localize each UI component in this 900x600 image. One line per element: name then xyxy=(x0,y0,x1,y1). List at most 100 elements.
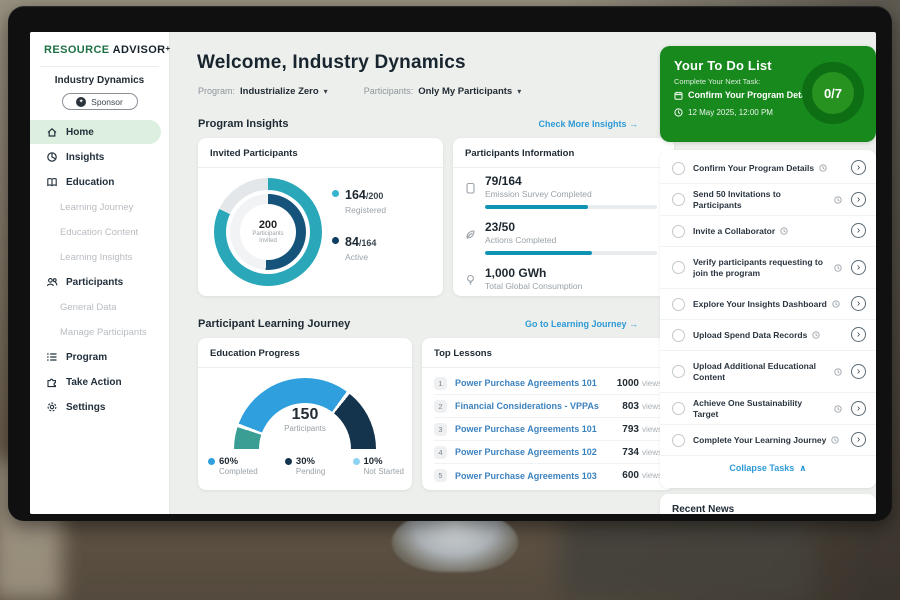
task-row[interactable]: Complete Your Learning Journey › xyxy=(660,425,876,456)
link-label: Go to Learning Journey xyxy=(525,319,627,329)
sidebar-item-education[interactable]: Education xyxy=(30,170,161,194)
chevron-down-icon: ▾ xyxy=(324,87,328,96)
sidebar-item-learning-journey[interactable]: Learning Journey xyxy=(30,195,161,219)
donut-center-value: 200 xyxy=(240,219,296,231)
task-checkbox[interactable] xyxy=(672,225,685,238)
lesson-views: 600 xyxy=(622,470,639,481)
sidebar-item-program[interactable]: Program xyxy=(30,345,161,369)
task-checkbox[interactable] xyxy=(672,193,685,206)
take-action-icon xyxy=(46,376,58,388)
lightbulb-icon xyxy=(465,273,476,291)
clock-icon xyxy=(834,405,842,413)
lesson-link[interactable]: Power Purchase Agreements 102 xyxy=(455,447,622,457)
legend-label: Not Started xyxy=(364,467,404,476)
arrow-right-icon: → xyxy=(629,119,638,129)
todo-next-task-label: Confirm Your Program Details xyxy=(688,90,816,100)
sidebar-item-insights[interactable]: Insights xyxy=(30,145,161,169)
clipboard-icon xyxy=(465,181,476,199)
program-filter-value: Industrialize Zero xyxy=(240,86,319,97)
clock-icon xyxy=(834,196,842,204)
task-checkbox[interactable] xyxy=(672,329,685,342)
lesson-link[interactable]: Power Purchase Agreements 103 xyxy=(455,471,622,481)
task-chevron-button[interactable]: › xyxy=(851,327,866,342)
task-row[interactable]: Send 50 Invitations to Participants › xyxy=(660,184,876,216)
task-row[interactable]: Upload Spend Data Records › xyxy=(660,320,876,351)
task-chevron-button[interactable]: › xyxy=(851,160,866,175)
divider xyxy=(40,66,159,67)
sidebar: RESOURCE ADVISOR+ Industry Dynamics ✦ Sp… xyxy=(30,32,170,514)
sidebar-item-education-content[interactable]: Education Content xyxy=(30,220,161,244)
task-checkbox[interactable] xyxy=(672,402,685,415)
task-chevron-button[interactable]: › xyxy=(851,223,866,238)
task-row[interactable]: Invite a Collaborator › xyxy=(660,216,876,247)
lesson-link[interactable]: Financial Considerations - VPPAs xyxy=(455,401,622,411)
lesson-row: 5 Power Purchase Agreements 103 600 view… xyxy=(434,464,662,487)
sidebar-item-settings[interactable]: Settings xyxy=(30,395,161,419)
lesson-rank-badge: 4 xyxy=(434,446,447,459)
program-filter-label: Program: xyxy=(198,86,235,96)
clock-icon xyxy=(812,331,820,339)
arrow-right-icon: → xyxy=(629,319,638,329)
sidebar-item-manage-participants[interactable]: Manage Participants xyxy=(30,320,161,344)
learning-journey-heading: Participant Learning Journey xyxy=(198,318,350,330)
todo-subtitle: Complete Your Next Task: xyxy=(674,77,760,86)
sidebar-item-participants[interactable]: Participants xyxy=(30,270,161,294)
task-row[interactable]: Upload Additional Educational Content › xyxy=(660,351,876,393)
legend-value: 30% xyxy=(296,456,325,467)
task-row[interactable]: Verify participants requesting to join t… xyxy=(660,247,876,289)
todo-column: Your To Do List Complete Your Next Task:… xyxy=(660,32,876,514)
task-checkbox[interactable] xyxy=(672,365,685,378)
home-icon xyxy=(46,126,58,138)
sidebar-item-label: Settings xyxy=(66,402,105,413)
sidebar-item-label: Insights xyxy=(66,152,104,163)
task-checkbox[interactable] xyxy=(672,261,685,274)
sidebar-item-label: Learning Journey xyxy=(60,202,133,213)
legend-label: Pending xyxy=(296,467,325,476)
go-to-learning-journey-link[interactable]: Go to Learning Journey → xyxy=(525,319,638,329)
task-chevron-button[interactable]: › xyxy=(851,260,866,275)
lesson-link[interactable]: Power Purchase Agreements 101 xyxy=(455,424,622,434)
education-icon xyxy=(46,176,58,188)
sidebar-item-general-data[interactable]: General Data xyxy=(30,295,161,319)
invited-participants-donut-chart: 200 Participants Invited xyxy=(214,178,322,286)
metric-value: 1,000 GWh xyxy=(485,266,661,280)
link-label: Check More Insights xyxy=(538,119,626,129)
donut-center-label: Invited xyxy=(240,238,296,245)
task-checkbox[interactable] xyxy=(672,434,685,447)
task-chevron-button[interactable]: › xyxy=(851,192,866,207)
education-progress-card: Education Progress 150 Participants 60% … xyxy=(198,338,412,490)
participants-filter-label: Participants: xyxy=(364,86,414,96)
lesson-views: 803 xyxy=(622,401,639,412)
participants-filter[interactable]: Participants:Only My Participants▾ xyxy=(364,86,522,97)
task-chevron-button[interactable]: › xyxy=(851,296,866,311)
task-row[interactable]: Explore Your Insights Dashboard › xyxy=(660,289,876,320)
participants-icon xyxy=(46,276,58,288)
sidebar-item-home[interactable]: Home xyxy=(30,120,161,144)
task-row[interactable]: Confirm Your Program Details › xyxy=(660,153,876,184)
insights-icon xyxy=(46,151,58,163)
gear-icon xyxy=(46,401,58,413)
sidebar-item-learning-insights[interactable]: Learning Insights xyxy=(30,245,161,269)
task-checkbox[interactable] xyxy=(672,162,685,175)
task-chevron-button[interactable]: › xyxy=(851,364,866,379)
filters-row: Program: Industrialize Zero ▾ Participants… xyxy=(198,86,521,97)
lesson-rank-badge: 2 xyxy=(434,400,447,413)
task-chevron-button[interactable]: › xyxy=(851,401,866,416)
task-chevron-button[interactable]: › xyxy=(851,432,866,447)
collapse-tasks-button[interactable]: Collapse Tasks ∧ xyxy=(660,456,876,480)
task-row[interactable]: Achieve One Sustainability Target › xyxy=(660,393,876,425)
page-title: Welcome, Industry Dynamics xyxy=(197,52,466,74)
sidebar-item-take-action[interactable]: Take Action xyxy=(30,370,161,394)
top-lessons-card: Top Lessons 1 Power Purchase Agreements … xyxy=(422,338,674,490)
sidebar-item-label: Take Action xyxy=(66,377,122,388)
lesson-link[interactable]: Power Purchase Agreements 101 xyxy=(455,378,617,388)
task-label: Upload Spend Data Records xyxy=(693,330,807,341)
program-filter[interactable]: Program: Industrialize Zero ▾ xyxy=(198,86,328,97)
task-label: Explore Your Insights Dashboard xyxy=(693,299,827,310)
legend-item-registered: 164/200 Registered xyxy=(332,186,386,215)
main-content: Welcome, Industry Dynamics Program: Indus… xyxy=(171,32,660,514)
sponsor-badge[interactable]: ✦ Sponsor xyxy=(62,93,138,110)
check-more-insights-link[interactable]: Check More Insights → xyxy=(538,119,638,129)
background-dark-area xyxy=(560,510,810,600)
task-checkbox[interactable] xyxy=(672,298,685,311)
